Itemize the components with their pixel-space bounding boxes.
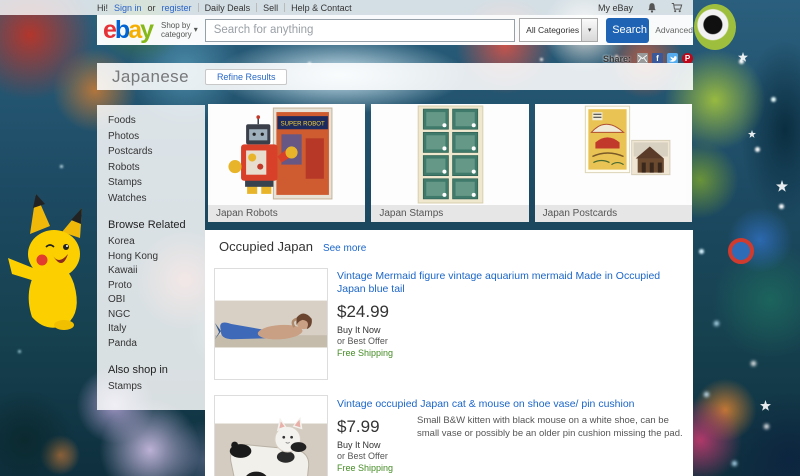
- svg-text:SUPER ROBOT: SUPER ROBOT: [281, 122, 325, 128]
- daily-deals-link[interactable]: Daily Deals: [205, 3, 251, 13]
- logo-letter: a: [128, 16, 142, 44]
- greeting-text: Hi!: [97, 2, 108, 13]
- category-card-japan-stamps[interactable]: Japan Stamps: [371, 104, 529, 222]
- search-button[interactable]: Search: [606, 17, 650, 43]
- star-icon: [760, 400, 771, 411]
- listing-title-link[interactable]: Vintage occupied Japan cat & mouse on sh…: [337, 398, 667, 411]
- related-item-korea[interactable]: Korea: [108, 235, 205, 250]
- title-bar: Japanese Refine Results: [97, 63, 693, 90]
- kyogre-art: [728, 238, 754, 264]
- see-more-link[interactable]: See more: [323, 243, 366, 254]
- stamps-card-image: [374, 104, 526, 205]
- free-shipping-label: Free Shipping: [337, 463, 394, 474]
- sell-link[interactable]: Sell: [263, 3, 278, 13]
- divider: [284, 3, 286, 12]
- related-item-proto[interactable]: Proto: [108, 279, 205, 294]
- ebay-logo[interactable]: ebay: [103, 16, 154, 44]
- section-title: Occupied Japan: [219, 239, 313, 254]
- star-icon: [776, 180, 788, 192]
- search-input[interactable]: [204, 18, 516, 42]
- sign-in-link[interactable]: Sign in: [114, 3, 142, 13]
- listing-photo-mermaid[interactable]: [214, 268, 328, 380]
- celebi-art: [694, 4, 736, 50]
- logo-letter: e: [103, 16, 117, 44]
- category-card-japan-robots[interactable]: SUPER ROBOT Japan Robots: [208, 104, 366, 222]
- cat-shoe-image: [215, 396, 327, 476]
- related-item-ngc[interactable]: NGC: [108, 308, 205, 323]
- listing-title-link[interactable]: Vintage Mermaid figure vintage aquarium …: [337, 270, 687, 296]
- help-contact-link[interactable]: Help & Contact: [291, 3, 352, 13]
- related-item-panda[interactable]: Panda: [108, 337, 205, 352]
- main-header: ebay Shop by category ▾ All Categories ▾…: [97, 15, 693, 45]
- top-bar: Hi! Sign in or register Daily Deals Sell…: [0, 0, 693, 15]
- page-title: Japanese: [112, 66, 189, 86]
- sidebar-item-watches[interactable]: Watches: [108, 191, 205, 207]
- card-label: Japan Postcards: [534, 205, 692, 222]
- related-item-italy[interactable]: Italy: [108, 322, 205, 337]
- pikachu-art: [8, 194, 82, 330]
- sidebar-item-foods[interactable]: Foods: [108, 113, 205, 129]
- register-link[interactable]: register: [162, 3, 192, 13]
- category-select[interactable]: All Categories ▾: [519, 18, 599, 42]
- sidebar-item-stamps[interactable]: Stamps: [108, 175, 205, 191]
- best-offer-label: or Best Offer: [337, 451, 388, 462]
- divider: [197, 3, 199, 12]
- shop-by-category-menu[interactable]: Shop by category ▾: [161, 21, 198, 39]
- bell-icon[interactable]: [646, 2, 658, 14]
- best-offer-label: or Best Offer: [337, 336, 388, 347]
- card-label: Japan Robots: [208, 205, 366, 222]
- postcards-card-image: [534, 104, 686, 205]
- buy-it-now-label: Buy It Now: [337, 440, 381, 451]
- sidebar-item-photos[interactable]: Photos: [108, 129, 205, 145]
- category-select-value: All Categories: [526, 25, 580, 35]
- logo-letter: b: [114, 16, 130, 44]
- cart-icon[interactable]: [671, 2, 683, 14]
- listing-price: $24.99: [337, 302, 389, 322]
- logo-letter: y: [140, 16, 154, 44]
- sidebar-item-postcards[interactable]: Postcards: [108, 144, 205, 160]
- section-header: Occupied Japan See more: [219, 239, 366, 254]
- listing-info: Vintage Mermaid figure vintage aquarium …: [337, 270, 687, 358]
- listing-description: Small B&W kitten with black mouse on a w…: [417, 415, 683, 439]
- occupied-japan-panel: Occupied Japan See more Vintage Mermaid …: [205, 230, 693, 476]
- star-icon: [738, 52, 748, 62]
- sidebar: Foods Photos Postcards Robots Stamps Wat…: [97, 105, 205, 410]
- my-ebay-link[interactable]: My eBay: [598, 3, 633, 13]
- top-bar-right-links: My eBay: [598, 0, 683, 15]
- shop-by-label: Shop by category: [161, 20, 192, 39]
- divider: [256, 3, 258, 12]
- related-item-kawaii[interactable]: Kawaii: [108, 264, 205, 279]
- related-item-obi[interactable]: OBI: [108, 293, 205, 308]
- category-card-japan-postcards[interactable]: Japan Postcards: [534, 104, 692, 222]
- refine-results-button[interactable]: Refine Results: [204, 68, 288, 85]
- mermaid-image: [215, 300, 327, 348]
- share-label: Share:: [602, 53, 631, 64]
- browse-related-heading: Browse Related: [108, 219, 186, 231]
- category-cards: SUPER ROBOT Japan Robots Japan Stamps Ja…: [208, 104, 692, 222]
- advanced-search-link[interactable]: Advanced: [655, 25, 693, 35]
- or-text: or: [147, 2, 156, 13]
- page: Hi! Sign in or register Daily Deals Sell…: [0, 0, 800, 476]
- also-shop-in-heading: Also shop in: [108, 364, 168, 376]
- top-bar-left-links: Hi! Sign in or register Daily Deals Sell…: [97, 0, 352, 15]
- free-shipping-label: Free Shipping: [337, 348, 394, 359]
- robot-card-image: SUPER ROBOT: [210, 104, 363, 205]
- card-label: Japan Stamps: [371, 205, 529, 222]
- chevron-down-icon: ▾: [581, 19, 598, 41]
- related-item-hong-kong[interactable]: Hong Kong: [108, 250, 205, 265]
- sidebar-item-robots[interactable]: Robots: [108, 160, 205, 176]
- star-icon: [748, 130, 756, 138]
- buy-it-now-label: Buy It Now: [337, 325, 381, 336]
- chevron-down-icon: ▾: [193, 25, 198, 35]
- listing-photo-cat-shoe[interactable]: [214, 395, 328, 476]
- also-shop-item-stamps[interactable]: Stamps: [108, 380, 205, 395]
